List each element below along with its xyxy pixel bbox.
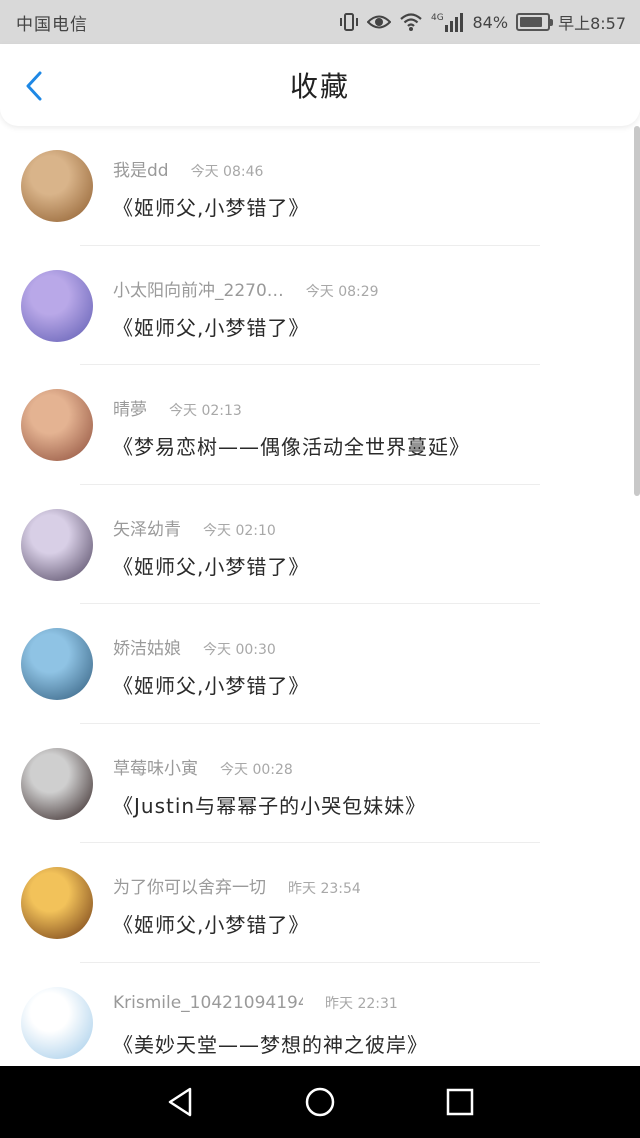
timestamp: 今天 08:29 xyxy=(305,283,379,300)
scrollbar[interactable] xyxy=(634,126,640,496)
avatar[interactable] xyxy=(21,150,93,222)
network-type-label: 4G xyxy=(431,13,444,23)
user-name[interactable]: 矢泽幼青 xyxy=(113,515,181,540)
nav-back-button[interactable] xyxy=(160,1082,200,1122)
favorites-list[interactable]: 我是dd 今天 08:46 《姬师父,小梦错了》 小太阳向前冲_2270… 今天 08:… xyxy=(0,126,640,1066)
item-meta: Krismile_10421094194 昨天 22:31 xyxy=(113,993,398,1013)
favorite-title[interactable]: 《姬师父,小梦错了》 xyxy=(113,670,309,699)
list-item[interactable]: 为了你可以舍弃一切 昨天 23:54 《姬师父,小梦错了》 xyxy=(0,843,640,963)
vibrate-icon xyxy=(339,11,359,33)
avatar[interactable] xyxy=(21,269,93,342)
timestamp: 昨天 22:31 xyxy=(325,995,398,1012)
timestamp: 今天 00:28 xyxy=(220,761,293,778)
favorite-title[interactable]: 《姬师父,小梦错了》 xyxy=(113,551,309,580)
signal-icon: 4G xyxy=(431,11,465,33)
favorite-title[interactable]: 《Justin与幂幂子的小哭包妹妹》 xyxy=(113,790,426,819)
list-item[interactable]: 晴夢 今天 02:13 《梦易恋树——偶像活动全世界蔓延》 xyxy=(0,365,640,485)
favorite-title[interactable]: 《姬师父,小梦错了》 xyxy=(113,192,309,221)
item-meta: 我是dd 今天 08:46 xyxy=(113,156,263,181)
status-icons: 4G 84% 早上8:57 xyxy=(339,10,626,34)
circle-home-icon xyxy=(305,1087,335,1117)
item-meta: 晴夢 今天 02:13 xyxy=(113,395,242,420)
user-name[interactable]: 我是dd xyxy=(113,156,169,181)
user-name[interactable]: Krismile_10421094194 xyxy=(113,993,303,1013)
timestamp: 今天 08:46 xyxy=(190,164,264,180)
favorite-title[interactable]: 《美妙天堂——梦想的神之彼岸》 xyxy=(113,1029,428,1058)
battery-level-fill xyxy=(520,17,542,27)
list-item[interactable]: 娇洁姑娘 今天 00:30 《姬师父,小梦错了》 xyxy=(0,604,640,724)
item-meta: 娇洁姑娘 今天 00:30 xyxy=(113,634,276,659)
clock: 早上8:57 xyxy=(558,14,626,33)
eye-icon xyxy=(366,11,391,33)
avatar[interactable] xyxy=(21,747,93,820)
favorite-title[interactable]: 《梦易恋树——偶像活动全世界蔓延》 xyxy=(113,431,470,460)
avatar[interactable] xyxy=(21,628,93,700)
favorite-title[interactable]: 《姬师父,小梦错了》 xyxy=(113,909,309,938)
user-name[interactable]: 娇洁姑娘 xyxy=(113,634,181,659)
carrier-name: 中国电信 xyxy=(16,14,88,35)
battery-icon xyxy=(516,13,554,31)
chevron-left-icon xyxy=(26,71,42,101)
list-item[interactable]: Krismile_10421094194 昨天 22:31 《美妙天堂——梦想的神之… xyxy=(0,963,640,1067)
avatar[interactable] xyxy=(21,867,93,939)
timestamp: 今天 02:10 xyxy=(203,522,276,539)
favorite-title[interactable]: 《姬师父,小梦错了》 xyxy=(113,312,309,341)
avatar[interactable] xyxy=(21,508,93,581)
back-button[interactable] xyxy=(18,70,50,102)
avatar[interactable] xyxy=(21,389,93,461)
nav-recent-button[interactable] xyxy=(440,1082,480,1122)
list-item[interactable]: 小太阳向前冲_2270… 今天 08:29 《姬师父,小梦错了》 xyxy=(0,246,640,365)
square-recent-icon xyxy=(446,1088,474,1116)
user-name[interactable]: 晴夢 xyxy=(113,395,147,420)
timestamp: 今天 02:13 xyxy=(169,403,242,419)
item-meta: 为了你可以舍弃一切 昨天 23:54 xyxy=(113,873,361,898)
battery-percent: 84% xyxy=(472,12,509,32)
timestamp: 今天 00:30 xyxy=(203,642,276,658)
list-item[interactable]: 我是dd 今天 08:46 《姬师父,小梦错了》 xyxy=(0,126,640,246)
timestamp: 昨天 23:54 xyxy=(288,881,361,897)
list-item[interactable]: 草莓味小寅 今天 00:28 《Justin与幂幂子的小哭包妹妹》 xyxy=(0,724,640,843)
status-bar: 中国电信 4G 84% 早上8:57 xyxy=(0,0,640,44)
item-meta: 矢泽幼青 今天 02:10 xyxy=(113,515,276,540)
item-meta: 草莓味小寅 今天 00:28 xyxy=(113,754,293,779)
list-item[interactable]: 矢泽幼青 今天 02:10 《姬师父,小梦错了》 xyxy=(0,485,640,604)
user-name[interactable]: 小太阳向前冲_2270… xyxy=(113,276,284,301)
wifi-icon xyxy=(399,11,423,33)
item-meta: 小太阳向前冲_2270… 今天 08:29 xyxy=(113,276,379,301)
user-name[interactable]: 为了你可以舍弃一切 xyxy=(113,873,266,898)
app-header: 收藏 xyxy=(0,44,640,126)
page-title: 收藏 xyxy=(289,70,350,103)
user-name[interactable]: 草莓味小寅 xyxy=(113,754,198,779)
nav-home-button[interactable] xyxy=(300,1082,340,1122)
system-nav-bar xyxy=(0,1066,640,1138)
avatar[interactable] xyxy=(21,986,93,1059)
triangle-back-icon xyxy=(168,1087,192,1117)
